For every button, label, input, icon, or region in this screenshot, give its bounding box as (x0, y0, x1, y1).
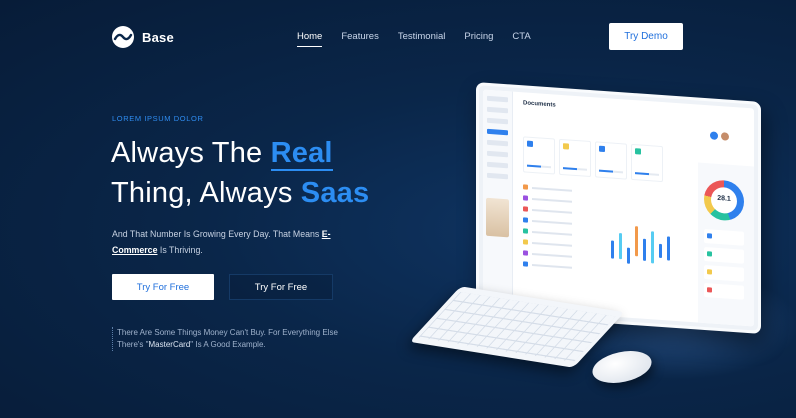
quote-text-2: " Is A Good Example. (190, 340, 266, 349)
nav-item-features[interactable]: Features (341, 31, 379, 47)
storage-details-panel: 28.1 (698, 162, 754, 327)
quote-highlight: MasterCard (148, 340, 191, 349)
hero-headline: Always The Real Thing, Always Saas (111, 133, 441, 213)
hero-lead: And That Number Is Growing Every Day. Th… (112, 226, 342, 258)
logo-icon (112, 26, 134, 48)
recent-files-list (523, 184, 603, 278)
try-for-free-secondary-button[interactable]: Try For Free (229, 274, 333, 300)
lead-text-1: And That Number Is Growing Every Day. Th… (112, 229, 322, 239)
brand-name: Base (142, 29, 174, 45)
sidebar-promo-image (486, 197, 509, 238)
dashboard-user (710, 131, 744, 141)
dashboard-sidebar (483, 89, 513, 310)
nav-item-home[interactable]: Home (297, 31, 323, 47)
nav-item-cta[interactable]: CTA (512, 31, 530, 47)
hero-quote: There Are Some Things Money Can't Buy. F… (112, 327, 342, 351)
avatar (721, 132, 729, 141)
lead-text-2: Is Thriving. (157, 245, 203, 255)
headline-text-1: Always The (111, 137, 271, 169)
activity-chart (607, 210, 677, 293)
nav-item-testimonial[interactable]: Testimonial (398, 31, 446, 47)
brand-logo[interactable]: Base (112, 26, 174, 48)
headline-highlight-saas: Saas (300, 177, 370, 209)
headline-text-2: Thing, Always (111, 177, 301, 209)
try-demo-button[interactable]: Try Demo (609, 23, 683, 50)
dashboard-screen: Documents 28.1 (483, 89, 754, 327)
headline-highlight-real: Real (270, 137, 333, 171)
hero-eyebrow: LOREM IPSUM DOLOR (112, 114, 204, 123)
nav-item-pricing[interactable]: Pricing (464, 31, 493, 47)
main-menu: Home Features Testimonial Pricing CTA (297, 31, 550, 47)
dashboard-title: Documents (523, 100, 556, 109)
storage-cards (523, 136, 663, 183)
top-navigation: Base Home Features Testimonial Pricing C… (0, 0, 796, 72)
try-for-free-primary-button[interactable]: Try For Free (112, 274, 214, 300)
